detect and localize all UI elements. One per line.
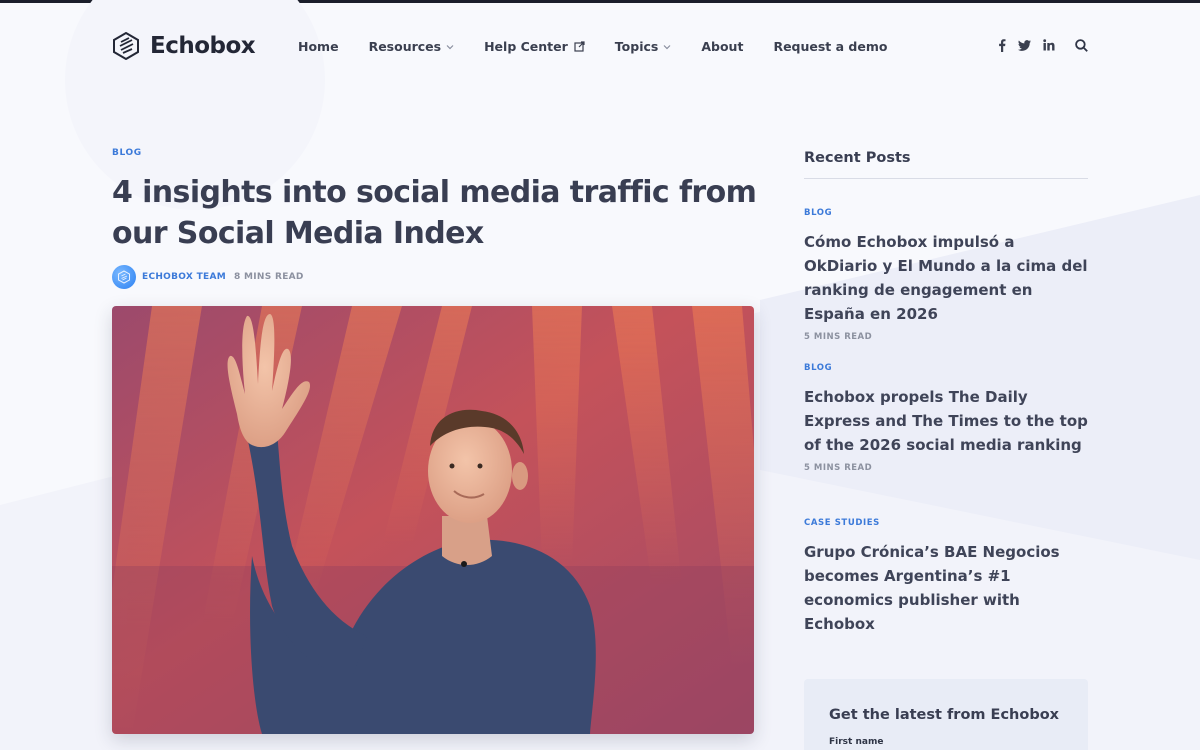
- facebook-icon[interactable]: [998, 37, 1006, 53]
- nav-about[interactable]: About: [701, 39, 743, 54]
- article-byline: ECHOBOX TEAM 8 MINS READ: [112, 265, 304, 289]
- chevron-down-icon: [446, 44, 454, 49]
- author-avatar[interactable]: [112, 265, 136, 289]
- nav-topics[interactable]: Topics: [615, 39, 672, 54]
- chevron-down-icon: [663, 44, 671, 49]
- post-category[interactable]: BLOG: [804, 363, 1088, 373]
- nav-resources[interactable]: Resources: [369, 39, 455, 54]
- recent-posts-heading: Recent Posts: [804, 150, 1088, 179]
- author-name[interactable]: ECHOBOX TEAM: [142, 272, 226, 282]
- post-read-time: 5 MINS READ: [804, 463, 873, 473]
- brand-logo[interactable]: Echobox: [112, 32, 256, 60]
- post-title[interactable]: Echobox propels The Daily Express and Th…: [804, 385, 1088, 457]
- nav-resources-label: Resources: [368, 39, 442, 54]
- article-category[interactable]: BLOG: [112, 148, 142, 158]
- search-icon[interactable]: [1075, 37, 1088, 53]
- newsletter-title: Get the latest from Echobox: [829, 707, 1060, 723]
- external-link-icon: [574, 41, 585, 52]
- sidebar: Recent Posts BLOG Cómo Echobox impulsó a…: [804, 148, 1088, 633]
- article-title: 4 insights into social media traffic fro…: [112, 175, 757, 251]
- post-title[interactable]: Grupo Crónica’s BAE Negocios becomes Arg…: [804, 540, 1088, 636]
- social-links: [986, 37, 1088, 53]
- post-read-time: 5 MINS READ: [804, 332, 873, 342]
- nav-topics-label: Topics: [614, 39, 659, 54]
- person-waving-illustration: [112, 306, 754, 734]
- nav-home[interactable]: Home: [298, 39, 339, 54]
- echobox-logo-icon: [113, 32, 139, 60]
- nav-help-center-label: Help Center: [484, 39, 568, 54]
- nav-request-demo[interactable]: Request a demo: [773, 39, 887, 54]
- nav-request-demo-label: Request a demo: [773, 39, 888, 54]
- recent-post-item[interactable]: CASE STUDIES Grupo Crónica’s BAE Negocio…: [804, 518, 1088, 636]
- article-hero-image: [112, 306, 754, 734]
- post-title[interactable]: Cómo Echobox impulsó a OkDiario y El Mun…: [804, 230, 1088, 326]
- post-category[interactable]: CASE STUDIES: [804, 518, 1088, 528]
- read-time: 8 MINS READ: [234, 272, 304, 282]
- post-category[interactable]: BLOG: [804, 208, 1088, 218]
- main-nav: Home Resources Help Center Topics About …: [298, 39, 917, 54]
- twitter-icon[interactable]: [1018, 37, 1031, 53]
- site-header: Echobox Home Resources Help Center Topic…: [112, 30, 1088, 64]
- first-name-label: First name: [829, 737, 884, 747]
- recent-post-item[interactable]: BLOG Echobox propels The Daily Express a…: [804, 363, 1088, 473]
- nav-home-label: Home: [298, 39, 339, 54]
- top-border: [0, 0, 1200, 3]
- recent-post-item[interactable]: BLOG Cómo Echobox impulsó a OkDiario y E…: [804, 208, 1088, 342]
- brand-name: Echobox: [150, 33, 256, 59]
- nav-about-label: About: [701, 39, 744, 54]
- newsletter-signup: Get the latest from Echobox First name: [804, 679, 1088, 750]
- nav-help-center[interactable]: Help Center: [484, 39, 585, 54]
- linkedin-icon[interactable]: [1043, 37, 1055, 53]
